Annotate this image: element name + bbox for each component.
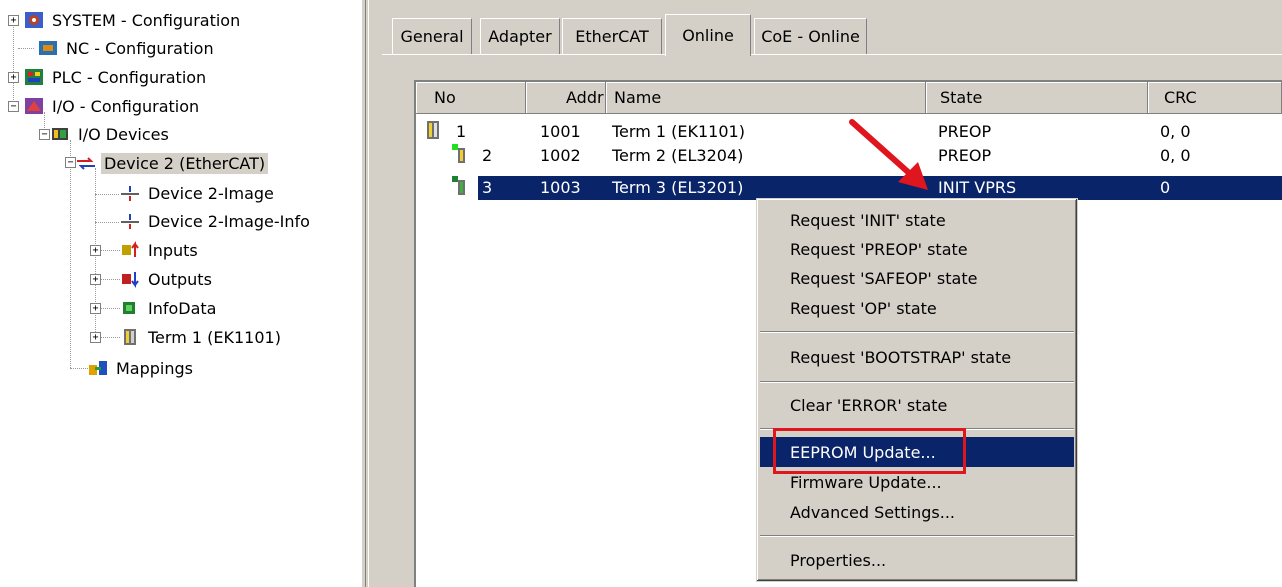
menu-item-request-preop[interactable]: Request 'PREOP' state: [760, 234, 1074, 264]
menu-item-request-bootstrap[interactable]: Request 'BOOTSTRAP' state: [760, 342, 1074, 372]
plc-config-icon: [24, 68, 44, 86]
nc-config-icon: [38, 39, 58, 57]
tree-item-label: InfoData: [148, 298, 217, 318]
tree-item-label: SYSTEM - Configuration: [52, 10, 241, 30]
tree-item-label: I/O - Configuration: [52, 96, 200, 116]
cell-state: PREOP: [938, 122, 992, 141]
tree-item-outputs[interactable]: Outputs: [120, 266, 215, 292]
cell-addr: 1001: [540, 122, 581, 141]
expand-toggle-plc[interactable]: +: [8, 72, 19, 83]
column-header-state[interactable]: State: [926, 82, 1148, 114]
collapse-toggle-device2[interactable]: −: [65, 157, 76, 168]
tree-item-label: Device 2 (EtherCAT): [101, 152, 269, 174]
tab-general[interactable]: General: [392, 18, 472, 54]
inputs-icon: [120, 241, 140, 259]
tree-item-io-config[interactable]: I/O - Configuration: [24, 93, 202, 119]
context-menu: Request 'INIT' state Request 'PREOP' sta…: [756, 198, 1078, 582]
menu-item-request-init[interactable]: Request 'INIT' state: [760, 205, 1074, 235]
expand-toggle-term1[interactable]: +: [90, 332, 101, 343]
menu-item-properties[interactable]: Properties...: [760, 545, 1074, 575]
cell-name: Term 1 (EK1101): [612, 122, 745, 141]
menu-item-clear-error[interactable]: Clear 'ERROR' state: [760, 390, 1074, 420]
expand-toggle-system[interactable]: +: [8, 15, 19, 26]
tree-item-label: Device 2-Image: [148, 183, 274, 203]
tab-adapter[interactable]: Adapter: [480, 18, 560, 54]
terminal-icon: [120, 328, 140, 346]
tree-item-nc[interactable]: NC - Configuration: [38, 35, 217, 61]
cell-name: Term 3 (EL3201): [612, 178, 744, 197]
cell-no: 1: [456, 122, 467, 141]
tree-item-term1[interactable]: Term 1 (EK1101): [120, 324, 284, 350]
menu-item-request-op[interactable]: Request 'OP' state: [760, 293, 1074, 323]
expand-toggle-outputs[interactable]: +: [90, 274, 101, 285]
red-arrow-icon: [849, 119, 928, 190]
cell-no: 3: [482, 178, 493, 197]
cell-name: Term 2 (EL3204): [612, 146, 744, 165]
tab-online[interactable]: Online: [665, 14, 751, 56]
cell-crc: 0, 0: [1160, 122, 1191, 141]
cell-state: PREOP: [938, 146, 992, 165]
tree-item-label: I/O Devices: [78, 124, 169, 144]
menu-item-request-safeop[interactable]: Request 'SAFEOP' state: [760, 263, 1074, 293]
cell-crc: 0, 0: [1160, 146, 1191, 165]
expand-toggle-inputs[interactable]: +: [90, 245, 101, 256]
cell-crc: 0: [1160, 178, 1171, 197]
tree-item-mappings[interactable]: Mappings: [88, 355, 196, 381]
collapse-toggle-io-devices[interactable]: −: [39, 129, 50, 140]
cell-state: INIT VPRS: [938, 178, 1017, 197]
device-image-info-icon: [120, 212, 140, 230]
cell-no: 2: [482, 146, 493, 165]
terminal-icon: [426, 120, 440, 144]
tree-item-device2-image[interactable]: Device 2-Image: [120, 180, 277, 206]
system-config-icon: [24, 11, 44, 29]
menu-separator: [760, 535, 1074, 537]
tree-item-label: PLC - Configuration: [52, 67, 207, 87]
io-config-icon: [24, 97, 44, 115]
mappings-icon: [88, 359, 108, 377]
expand-toggle-infodata[interactable]: +: [90, 303, 101, 314]
cell-addr: 1003: [540, 178, 581, 197]
highlight-box: [773, 428, 966, 474]
terminal-icon: [452, 176, 466, 200]
infodata-icon: [120, 299, 140, 317]
column-header-no[interactable]: No: [416, 82, 526, 114]
column-header-addr[interactable]: Addr: [526, 82, 606, 114]
tree-item-label: Inputs: [148, 240, 198, 260]
io-devices-icon: [50, 125, 70, 143]
splitter[interactable]: [362, 0, 372, 587]
configuration-tree: + + − − − + + + + SYSTEM - Configuration…: [0, 0, 362, 587]
menu-separator: [760, 381, 1074, 383]
tree-item-label: Term 1 (EK1101): [148, 327, 281, 347]
tab-ethercat[interactable]: EtherCAT: [562, 18, 662, 54]
column-header-crc[interactable]: CRC: [1148, 82, 1282, 114]
tree-item-label: Device 2-Image-Info: [148, 211, 310, 231]
terminal-icon: [452, 144, 466, 168]
device-image-icon: [120, 184, 140, 202]
outputs-icon: [120, 270, 140, 288]
tree-item-label: Outputs: [148, 269, 212, 289]
tree-item-io-devices[interactable]: I/O Devices: [50, 121, 172, 147]
tab-coe-online[interactable]: CoE - Online: [754, 18, 867, 54]
tree-item-device2[interactable]: Device 2 (EtherCAT): [76, 150, 269, 176]
tree-item-device2-image-info[interactable]: Device 2-Image-Info: [120, 208, 313, 234]
tree-item-plc[interactable]: PLC - Configuration: [24, 64, 209, 90]
tree-item-label: NC - Configuration: [66, 38, 214, 58]
tree-item-system[interactable]: SYSTEM - Configuration: [24, 7, 243, 33]
menu-separator: [760, 331, 1074, 333]
tree-item-label: Mappings: [116, 358, 193, 378]
tree-item-inputs[interactable]: Inputs: [120, 237, 201, 263]
cell-addr: 1002: [540, 146, 581, 165]
tree-item-infodata[interactable]: InfoData: [120, 295, 219, 321]
ethercat-device-icon: [76, 154, 96, 172]
menu-item-advanced-settings[interactable]: Advanced Settings...: [760, 497, 1074, 527]
collapse-toggle-io[interactable]: −: [8, 101, 19, 112]
